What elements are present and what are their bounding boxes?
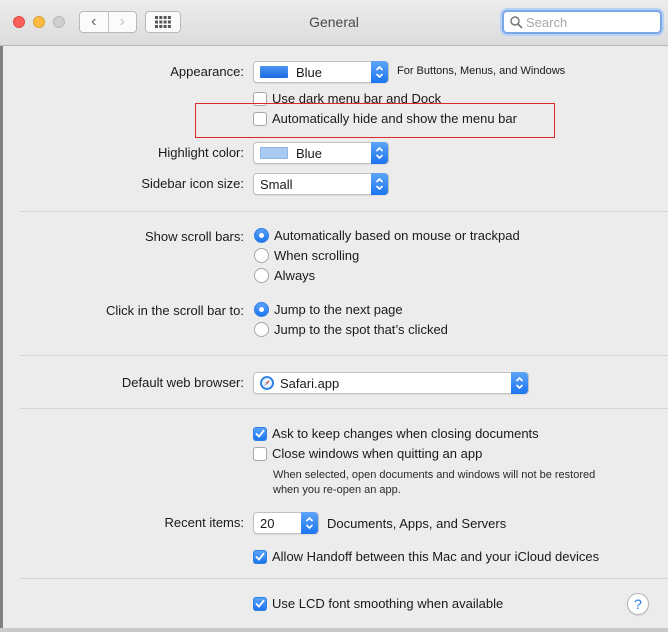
highlight-color-label: Highlight color:: [158, 145, 244, 160]
checkbox-box[interactable]: [253, 426, 267, 441]
search-input[interactable]: [526, 13, 656, 32]
scroll-bars-automatic-radio[interactable]: Automatically based on mouse or trackpad: [254, 228, 520, 243]
help-button[interactable]: ?: [627, 593, 649, 615]
checkbox-box[interactable]: [253, 596, 267, 611]
scroll-bars-when-scrolling-radio[interactable]: When scrolling: [254, 248, 359, 263]
lcd-smoothing-label: Use LCD font smoothing when available: [272, 596, 504, 611]
radio-label: Jump to the next page: [274, 302, 403, 317]
section-divider: [20, 355, 668, 356]
default-browser-popup[interactable]: Safari.app: [253, 372, 529, 394]
radio-button[interactable]: [254, 248, 269, 263]
lcd-smoothing-checkbox[interactable]: Use LCD font smoothing when available: [253, 596, 503, 611]
scroll-bars-always-radio[interactable]: Always: [254, 268, 315, 283]
default-browser-value: Safari.app: [280, 375, 340, 391]
safari-icon: [260, 376, 274, 390]
default-browser-label: Default web browser:: [121, 375, 244, 390]
appearance-swatch: [260, 66, 288, 78]
radio-label: Jump to the spot that’s clicked: [274, 322, 448, 337]
jump-next-page-radio[interactable]: Jump to the next page: [254, 302, 403, 317]
search-field[interactable]: [502, 10, 662, 34]
section-divider: [20, 211, 668, 212]
appearance-popup[interactable]: Blue: [253, 61, 389, 83]
section-divider: [20, 578, 668, 579]
sidebar-icon-size-label: Sidebar icon size:: [141, 176, 244, 191]
jump-to-spot-radio[interactable]: Jump to the spot that’s clicked: [254, 322, 448, 337]
highlight-color-value: Blue: [296, 145, 323, 161]
annotation-highlight-box: [195, 103, 555, 138]
popup-arrows-icon: [511, 372, 528, 394]
popup-arrows-icon: [371, 173, 388, 195]
highlight-color-popup[interactable]: Blue: [253, 142, 389, 164]
appearance-label: Appearance:: [170, 64, 244, 79]
checkmark-icon: [255, 429, 265, 438]
recent-items-label: Recent items:: [164, 515, 244, 530]
note-line: when you re-open an app.: [273, 484, 401, 496]
allow-handoff-checkbox[interactable]: Allow Handoff between this Mac and your …: [253, 549, 599, 564]
sidebar-icon-size-value: Small: [260, 176, 293, 192]
radio-button[interactable]: [254, 322, 269, 337]
ask-keep-changes-checkbox[interactable]: Ask to keep changes when closing documen…: [253, 426, 539, 441]
recent-items-value: 20: [260, 515, 275, 531]
click-scroll-bar-label: Click in the scroll bar to:: [106, 303, 244, 318]
radio-button[interactable]: [254, 268, 269, 283]
popup-arrows-icon: [371, 61, 388, 83]
general-preferences-window: ‹ › General Appearance:: [0, 0, 668, 632]
radio-label: When scrolling: [274, 248, 360, 263]
checkbox-box[interactable]: [253, 549, 267, 564]
help-icon: ?: [634, 596, 642, 612]
radio-button[interactable]: [254, 228, 269, 243]
popup-arrows-icon: [301, 512, 318, 534]
recent-items-popup[interactable]: 20: [253, 512, 319, 534]
radio-label: Automatically based on mouse or trackpad: [274, 228, 520, 243]
radio-button[interactable]: [254, 302, 269, 317]
popup-arrows-icon: [371, 142, 388, 164]
search-icon: [510, 16, 523, 29]
note-line: When selected, open documents and window…: [273, 469, 596, 481]
checkbox-box[interactable]: [253, 446, 267, 461]
radio-label: Always: [274, 268, 316, 283]
checkmark-icon: [255, 599, 265, 608]
close-windows-checkbox[interactable]: Close windows when quitting an app: [253, 446, 482, 461]
ask-keep-changes-label: Ask to keep changes when closing documen…: [272, 426, 539, 441]
appearance-note: For Buttons, Menus, and Windows: [397, 65, 566, 77]
section-divider: [20, 408, 668, 409]
sidebar-icon-size-popup[interactable]: Small: [253, 173, 389, 195]
background-edge: [0, 46, 3, 632]
window-bottom-edge: [0, 628, 668, 632]
checkmark-icon: [255, 552, 265, 561]
appearance-value: Blue: [296, 64, 323, 80]
show-scroll-bars-label: Show scroll bars:: [145, 229, 244, 244]
close-windows-note: When selected, open documents and window…: [273, 468, 653, 498]
title-bar: ‹ › General: [0, 0, 668, 46]
highlight-swatch: [260, 147, 288, 159]
allow-handoff-label: Allow Handoff between this Mac and your …: [272, 549, 600, 564]
close-windows-label: Close windows when quitting an app: [272, 446, 483, 461]
recent-items-suffix: Documents, Apps, and Servers: [327, 516, 507, 531]
